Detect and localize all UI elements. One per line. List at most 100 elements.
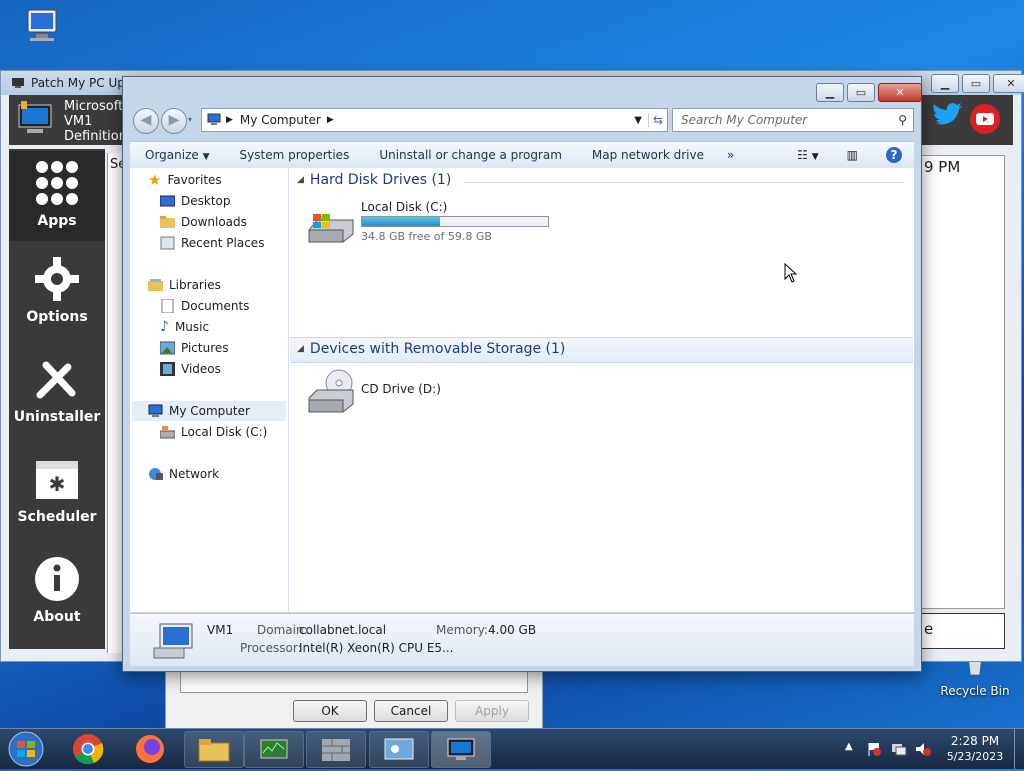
close-button[interactable]: ✕ [993,74,1024,93]
maximize-button[interactable]: ▭ [847,83,875,102]
address-bar[interactable]: ▶ My Computer ▶ ▼ ⇆ [201,108,668,132]
nav-music[interactable]: ♪ Music [160,317,209,337]
sidebar-item-scheduler[interactable]: ✱ Scheduler [9,447,105,537]
drive-d-name: CD Drive (D:) [361,382,441,396]
back-button[interactable]: ◀ [133,108,159,134]
sidebar-item-options[interactable]: Options [9,247,105,337]
processor-value: Intel(R) Xeon(R) CPU E5... [299,641,454,655]
nav-pictures[interactable]: Pictures [160,338,229,358]
mouse-cursor-icon [784,263,798,283]
volume-muted-icon[interactable] [914,741,932,757]
cd-drive-icon [308,369,354,413]
nav-videos[interactable]: Videos [160,359,221,379]
clock-date: 5/23/2023 [946,750,1004,763]
drive-c-free-space: 34.8 GB free of 59.8 GB [361,230,492,243]
details-pane: VM1 Domain: collabnet.local Memory: 4.00… [130,613,914,666]
youtube-icon[interactable] [969,103,1001,135]
svg-text:✱: ✱ [49,472,66,496]
drive-cd-d[interactable]: CD Drive (D:) [305,368,505,418]
organize-button[interactable]: Organize ▼ [130,148,225,162]
clock-time: 2:28 PM [950,734,1000,748]
breadcrumb-separator-icon[interactable]: ▶ [226,115,233,125]
nav-local-disk-c[interactable]: Local Disk (C:) [160,422,267,442]
address-dropdown-icon[interactable]: ▼ [634,115,642,126]
processor-label: Processor: [240,641,302,655]
nav-documents[interactable]: Documents [160,296,249,316]
chrome-icon[interactable] [72,733,104,765]
system-properties-button[interactable]: System properties [225,148,365,162]
refresh-icon[interactable]: ⇆ [647,113,667,127]
breadcrumb-my-computer[interactable]: My Computer [240,113,321,127]
network-status-icon[interactable] [890,741,908,757]
breadcrumb-chevron-icon[interactable]: ▶ [327,115,334,125]
action-center-flag-icon[interactable] [866,741,882,757]
nav-my-computer[interactable]: My Computer [132,401,286,421]
search-input[interactable]: Search My Computer [681,113,807,127]
minimize-button[interactable]: ▁ [816,83,844,102]
more-commands-button[interactable]: » [719,148,749,162]
minimize-button[interactable]: ▁ [931,74,959,93]
taskbar-task-manager-button[interactable] [244,731,304,768]
taskbar-explorer-button[interactable] [184,731,244,768]
forward-button[interactable]: ▶ [161,108,187,134]
folder-icon [198,739,230,762]
twitter-icon[interactable] [931,101,965,135]
maximize-button[interactable]: ▭ [962,74,990,93]
recent-pages-chevron-icon[interactable]: ▾ [188,115,192,124]
control-panel-icon [384,738,414,760]
nav-network[interactable]: Network [148,464,219,484]
taskbar-firewall-button[interactable] [306,731,366,768]
group-removable-storage: ◢ Devices with Removable Storage (1) [297,341,566,357]
pictures-icon [160,341,175,355]
start-button[interactable] [6,730,46,768]
content-pane: ◢ Hard Disk Drives (1) Local Disk (C:) 3… [289,168,914,612]
taskbar-control-panel-button[interactable] [369,731,429,768]
search-box[interactable]: Search My Computer ⚲ [672,108,914,132]
patch-action-box[interactable]: e [921,613,1005,649]
nav-desktop[interactable]: Desktop [160,191,231,211]
help-icon[interactable]: ? [886,147,902,163]
desktop-icon-my-computer[interactable] [2,8,82,49]
nav-downloads[interactable]: Downloads [160,212,247,232]
drive-local-disk-c[interactable]: Local Disk (C:) 34.8 GB free of 59.8 GB [305,200,565,250]
drive-c-name: Local Disk (C:) [361,200,448,214]
sidebar-item-apps[interactable]: Apps [9,151,105,241]
memory-value: 4.00 GB [488,623,537,637]
downloads-folder-icon [160,216,175,228]
explorer-window-controls: ▁ ▭ ✕ [816,83,922,102]
nav-recent-places[interactable]: Recent Places [160,233,264,253]
firefox-icon[interactable] [134,733,166,765]
documents-icon [161,299,174,313]
nav-favorites[interactable]: ★ Favorites [148,170,222,190]
map-network-drive-button[interactable]: Map network drive [577,148,719,162]
search-icon[interactable]: ⚲ [898,113,907,127]
libraries-icon [148,279,163,291]
chevron-down-icon: ▼ [202,152,210,162]
app-icon [12,78,24,88]
group-hard-disk-drives[interactable]: ◢ Hard Disk Drives (1) [297,172,451,188]
ok-button[interactable]: OK [293,700,367,722]
sidebar-item-uninstaller[interactable]: Uninstaller [9,347,105,437]
cancel-button[interactable]: Cancel [374,700,448,722]
patch-header-text: Microsoft VM1 Definition [64,99,127,144]
show-desktop-button[interactable] [1014,729,1024,769]
taskbar-patch-my-pc-button[interactable] [431,731,491,768]
network-icon [149,468,163,480]
firewall-icon [322,739,350,761]
group-removable-storage-bar[interactable]: ◢ Devices with Removable Storage (1) [290,337,913,363]
patch-my-pc-icon [447,738,475,760]
sidebar-item-about[interactable]: About [9,547,105,637]
close-button[interactable]: ✕ [878,83,922,102]
drive-c-usage-fill [362,217,440,226]
system-clock[interactable]: 2:28 PM 5/23/2023 [940,733,1010,765]
preview-pane-icon[interactable]: ▥ [847,148,858,162]
memory-label: Memory: [436,623,488,637]
nav-libraries[interactable]: Libraries [148,275,221,295]
change-view-icon[interactable]: ☷ ▼ [797,148,819,162]
show-hidden-icons-button[interactable]: ▲ [845,741,853,752]
computer-icon [207,113,221,125]
computer-shield-icon [18,101,52,133]
apply-button[interactable]: Apply [455,700,529,722]
uninstall-program-button[interactable]: Uninstall or change a program [364,148,577,162]
apps-grid-icon [36,161,78,205]
